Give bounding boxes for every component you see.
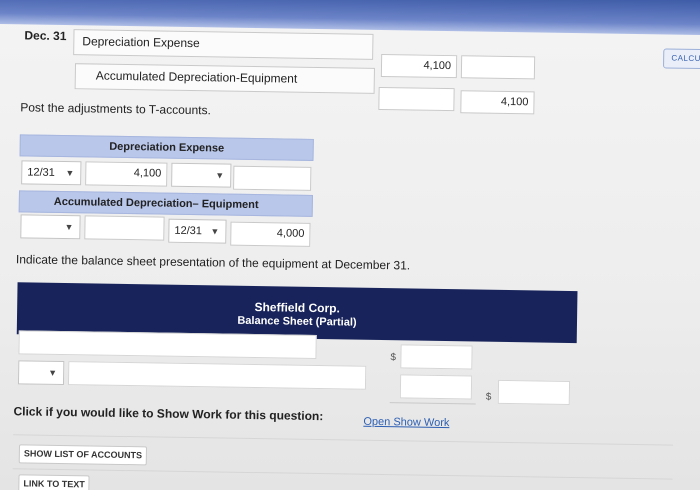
- section-divider-2: [12, 468, 673, 480]
- chevron-down-icon: ▼: [210, 226, 220, 237]
- bs-line2-label-field[interactable]: [67, 361, 367, 390]
- chevron-down-icon: ▼: [48, 367, 58, 378]
- taccount-instruction: Post the adjustments to T-accounts.: [20, 100, 211, 118]
- dep-expense-credit-date-select[interactable]: ▼: [171, 162, 232, 188]
- bs-total-amount-field[interactable]: [497, 379, 571, 405]
- chevron-down-icon: ▼: [65, 168, 75, 179]
- accum-dep-debit-amount[interactable]: [84, 215, 165, 241]
- credit-account-field[interactable]: Accumulated Depreciation-Equipment: [74, 63, 375, 94]
- bs-line2-amount-field[interactable]: [399, 374, 473, 400]
- taccount-accum-dep-title: Accumulated Depreciation– Equipment: [18, 190, 313, 217]
- chevron-down-icon: ▼: [215, 170, 225, 181]
- chevron-down-icon: ▼: [64, 222, 74, 233]
- show-list-of-accounts-button[interactable]: SHOW LIST OF ACCOUNTS: [18, 444, 148, 466]
- dep-expense-debit-amount[interactable]: 4,100: [85, 161, 168, 187]
- dep-expense-credit-amount[interactable]: [233, 165, 312, 191]
- dep-expense-date-select[interactable]: 12/31 ▼: [21, 160, 82, 186]
- accum-dep-credit-date-value: 12/31: [174, 224, 203, 238]
- open-show-work-link[interactable]: Open Show Work: [363, 416, 449, 429]
- journal-date: Dec. 31: [24, 28, 67, 44]
- accum-dep-debit-date-select[interactable]: ▼: [20, 214, 81, 240]
- accum-dep-credit-date-select[interactable]: 12/31 ▼: [168, 218, 227, 244]
- debit-amount-field[interactable]: 4,100: [380, 53, 458, 79]
- bs-line2-select[interactable]: ▼: [17, 360, 65, 386]
- subtotal-line: [389, 402, 476, 405]
- bs-line1-label-field[interactable]: [18, 330, 317, 360]
- show-work-prompt: Click if you would like to Show Work for…: [13, 404, 324, 424]
- credit-amount-field-1[interactable]: [460, 55, 536, 80]
- balance-sheet-instruction: Indicate the balance sheet presentation …: [15, 252, 411, 273]
- dep-expense-date-value: 12/31: [27, 166, 55, 179]
- debit-account-field[interactable]: Depreciation Expense: [73, 29, 374, 60]
- dollar-sign-1: $: [390, 352, 397, 364]
- section-divider: [13, 434, 674, 446]
- accum-dep-credit-amount[interactable]: 4,000: [230, 221, 311, 247]
- credit-amount-field-2[interactable]: 4,100: [460, 90, 535, 115]
- bs-line1-amount-field[interactable]: [400, 344, 473, 370]
- content-area: CALCU Dec. 31 Depreciation Expense 4,100…: [0, 0, 700, 490]
- page: CALCU Dec. 31 Depreciation Expense 4,100…: [0, 0, 700, 490]
- taccount-dep-expense-title: Depreciation Expense: [19, 134, 314, 161]
- debit-amount-field-2[interactable]: [378, 86, 455, 112]
- calculator-button[interactable]: CALCU: [663, 48, 700, 70]
- link-to-text-button[interactable]: LINK TO TEXT: [18, 474, 90, 490]
- dollar-sign-2: $: [485, 391, 492, 403]
